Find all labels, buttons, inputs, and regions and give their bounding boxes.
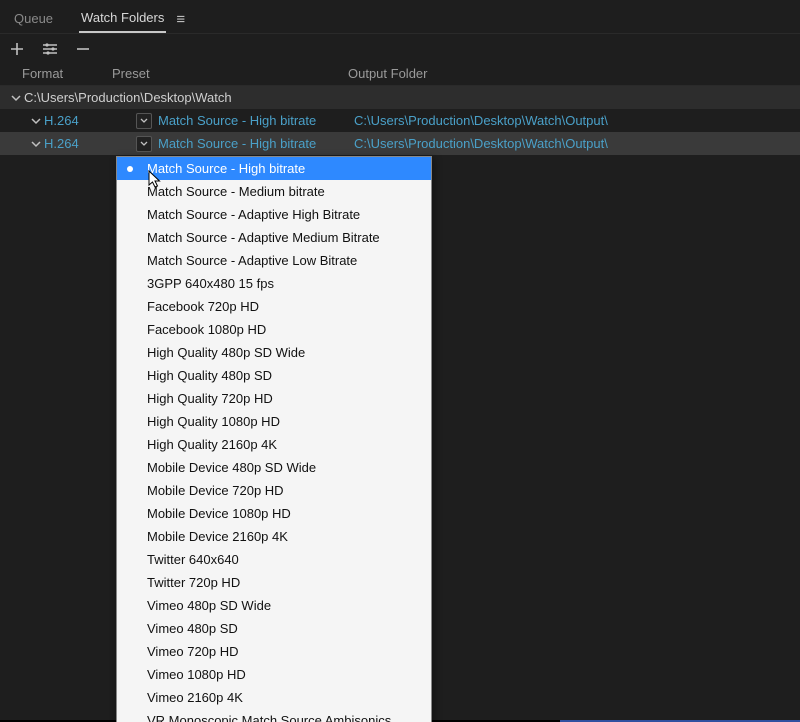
preset-option-label: Twitter 720p HD: [147, 575, 240, 590]
preset-option[interactable]: Vimeo 2160p 4K: [117, 686, 431, 709]
add-button[interactable]: [10, 42, 24, 56]
preset-option-label: High Quality 480p SD: [147, 368, 272, 383]
preset-option-label: High Quality 720p HD: [147, 391, 273, 406]
preset-option[interactable]: High Quality 1080p HD: [117, 410, 431, 433]
preset-option[interactable]: Twitter 720p HD: [117, 571, 431, 594]
header-output: Output Folder: [348, 66, 800, 81]
tab-watch-folders[interactable]: Watch Folders: [79, 6, 166, 33]
panel-menu-icon[interactable]: ≡: [176, 11, 185, 28]
preset-option[interactable]: Mobile Device 1080p HD: [117, 502, 431, 525]
preset-option[interactable]: 3GPP 640x480 15 fps: [117, 272, 431, 295]
output-row[interactable]: H.264 Match Source - High bitrate C:\Use…: [0, 132, 800, 155]
preset-option-label: Mobile Device 1080p HD: [147, 506, 291, 521]
format-link[interactable]: H.264: [44, 136, 79, 151]
preset-option-label: VR Monoscopic Match Source Ambisonics: [147, 713, 391, 722]
preset-option-label: Facebook 1080p HD: [147, 322, 266, 337]
preset-option[interactable]: Match Source - High bitrate: [117, 157, 431, 180]
preset-option-label: Vimeo 480p SD: [147, 621, 238, 636]
preset-dropdown-button[interactable]: [136, 136, 152, 152]
preset-option-label: Vimeo 1080p HD: [147, 667, 246, 682]
preset-option-label: Match Source - Adaptive Medium Bitrate: [147, 230, 380, 245]
preset-option-label: Match Source - Adaptive Low Bitrate: [147, 253, 357, 268]
preset-option-label: Vimeo 720p HD: [147, 644, 239, 659]
output-folder-link[interactable]: C:\Users\Production\Desktop\Watch\Output…: [354, 136, 608, 151]
preset-link[interactable]: Match Source - High bitrate: [158, 136, 316, 151]
format-link[interactable]: H.264: [44, 113, 79, 128]
preset-option-label: Match Source - High bitrate: [147, 161, 305, 176]
remove-button[interactable]: [76, 42, 90, 56]
preset-option-label: Vimeo 480p SD Wide: [147, 598, 271, 613]
preset-option[interactable]: High Quality 2160p 4K: [117, 433, 431, 456]
preset-option[interactable]: Vimeo 480p SD: [117, 617, 431, 640]
preset-option-label: Mobile Device 480p SD Wide: [147, 460, 316, 475]
header-format: Format: [22, 66, 112, 81]
preset-option-label: Match Source - Medium bitrate: [147, 184, 325, 199]
preset-option-label: High Quality 480p SD Wide: [147, 345, 305, 360]
watch-folder-path: C:\Users\Production\Desktop\Watch: [24, 90, 232, 105]
preset-option[interactable]: Match Source - Medium bitrate: [117, 180, 431, 203]
preset-option[interactable]: High Quality 480p SD Wide: [117, 341, 431, 364]
preset-option-label: Twitter 640x640: [147, 552, 239, 567]
settings-icon[interactable]: [42, 42, 58, 56]
preset-option[interactable]: Vimeo 1080p HD: [117, 663, 431, 686]
toolbar: [0, 34, 800, 62]
preset-link[interactable]: Match Source - High bitrate: [158, 113, 316, 128]
chevron-down-icon[interactable]: [28, 116, 44, 126]
preset-option[interactable]: Vimeo 480p SD Wide: [117, 594, 431, 617]
preset-option-label: Vimeo 2160p 4K: [147, 690, 243, 705]
preset-option-label: High Quality 2160p 4K: [147, 437, 277, 452]
preset-option-label: High Quality 1080p HD: [147, 414, 280, 429]
preset-option[interactable]: High Quality 480p SD: [117, 364, 431, 387]
header-preset: Preset: [112, 66, 348, 81]
chevron-down-icon[interactable]: [8, 93, 24, 103]
preset-option[interactable]: Mobile Device 2160p 4K: [117, 525, 431, 548]
preset-option[interactable]: Match Source - Adaptive Low Bitrate: [117, 249, 431, 272]
rows-container: C:\Users\Production\Desktop\Watch H.264 …: [0, 86, 800, 155]
preset-option-label: Mobile Device 2160p 4K: [147, 529, 288, 544]
tab-queue[interactable]: Queue: [12, 7, 55, 32]
preset-dropdown-button[interactable]: [136, 113, 152, 129]
chevron-down-icon[interactable]: [28, 139, 44, 149]
selected-indicator-icon: [127, 166, 133, 172]
preset-option[interactable]: High Quality 720p HD: [117, 387, 431, 410]
preset-dropdown[interactable]: Match Source - High bitrate Match Source …: [116, 156, 432, 722]
watch-folder-row[interactable]: C:\Users\Production\Desktop\Watch: [0, 86, 800, 109]
output-row[interactable]: H.264 Match Source - High bitrate C:\Use…: [0, 109, 800, 132]
preset-option-label: Match Source - Adaptive High Bitrate: [147, 207, 360, 222]
preset-option[interactable]: Twitter 640x640: [117, 548, 431, 571]
column-headers: Format Preset Output Folder: [0, 62, 800, 86]
panel-tabs: Queue Watch Folders ≡: [0, 0, 800, 34]
preset-option-label: Facebook 720p HD: [147, 299, 259, 314]
preset-option[interactable]: Mobile Device 720p HD: [117, 479, 431, 502]
preset-option[interactable]: Match Source - Adaptive Medium Bitrate: [117, 226, 431, 249]
preset-option[interactable]: Facebook 720p HD: [117, 295, 431, 318]
preset-option[interactable]: Match Source - Adaptive High Bitrate: [117, 203, 431, 226]
preset-option[interactable]: Mobile Device 480p SD Wide: [117, 456, 431, 479]
preset-option-label: 3GPP 640x480 15 fps: [147, 276, 274, 291]
preset-option[interactable]: VR Monoscopic Match Source Ambisonics: [117, 709, 431, 722]
preset-option-label: Mobile Device 720p HD: [147, 483, 284, 498]
preset-option[interactable]: Vimeo 720p HD: [117, 640, 431, 663]
preset-option[interactable]: Facebook 1080p HD: [117, 318, 431, 341]
output-folder-link[interactable]: C:\Users\Production\Desktop\Watch\Output…: [354, 113, 608, 128]
